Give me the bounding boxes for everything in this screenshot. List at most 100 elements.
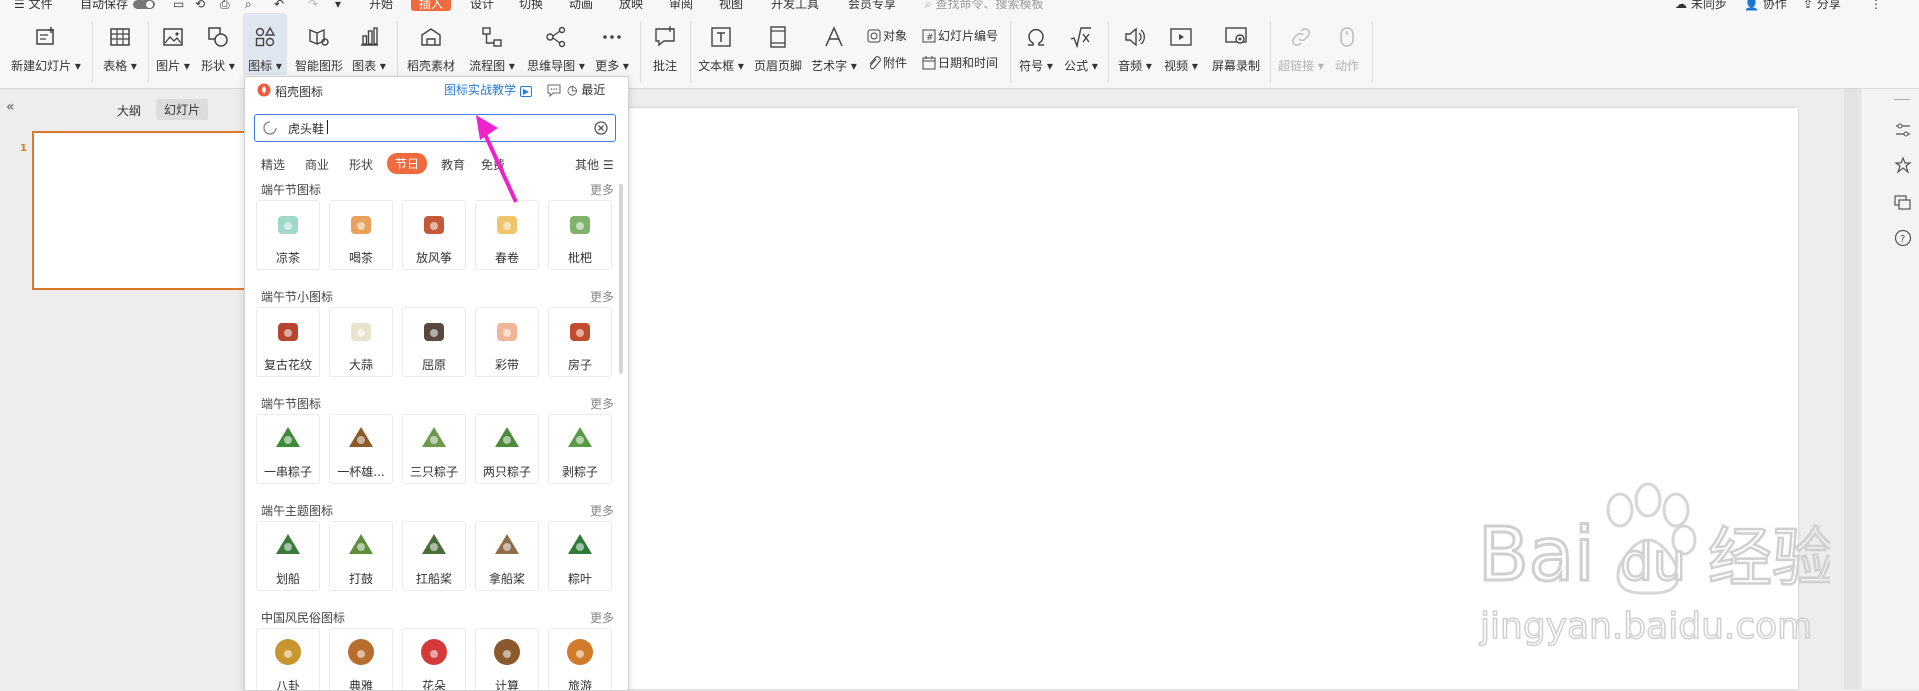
tutorial-link[interactable]: 图标实战教学 ▶ xyxy=(444,81,532,98)
category-shapes[interactable]: 形状 xyxy=(349,156,373,173)
icon-tile-label: 复古花纹 xyxy=(263,358,312,372)
more-menu-icon[interactable]: ⋮ xyxy=(1870,0,1882,11)
icon-tile[interactable]: 典雅 xyxy=(329,628,393,690)
icon-search-box[interactable]: 虎头鞋 xyxy=(254,114,616,142)
icon-tile[interactable]: 一杯雄... xyxy=(329,414,393,484)
section-more-link[interactable]: 更多 xyxy=(590,609,614,626)
tab-view[interactable]: 视图 xyxy=(719,0,743,11)
icon-tile[interactable]: 屈原 xyxy=(402,307,466,377)
feedback-chat-icon[interactable] xyxy=(547,83,561,97)
table-button[interactable]: 表格 ▾ xyxy=(100,13,140,75)
command-search[interactable]: ⌕ 查找命令、搜索模板 xyxy=(925,0,1044,11)
tab-insert[interactable]: 插入 xyxy=(411,0,452,11)
icon-search-input[interactable]: 虎头鞋 xyxy=(288,120,324,137)
icon-tile[interactable]: 花朵 xyxy=(402,628,466,690)
chart-button[interactable]: 图表 ▾ xyxy=(350,13,388,75)
category-business[interactable]: 商业 xyxy=(305,156,329,173)
properties-icon[interactable] xyxy=(1894,121,1912,139)
slide-number-button[interactable]: # 幻灯片编号 xyxy=(922,27,998,44)
icon-tile[interactable]: 划船 xyxy=(256,521,320,591)
icon-tile-label: 一杯雄... xyxy=(337,465,385,479)
preview-icon[interactable]: ⌕ xyxy=(245,0,252,11)
icon-tile[interactable]: 剥粽子 xyxy=(548,414,612,484)
icon-tile[interactable]: 彩带 xyxy=(475,307,539,377)
popup-scrollbar[interactable] xyxy=(619,184,623,374)
category-other[interactable]: 其他 ☰ xyxy=(575,156,614,173)
icon-tile[interactable]: 粽叶 xyxy=(548,521,612,591)
tutorial-link-label: 图标实战教学 xyxy=(444,83,517,97)
icon-tile[interactable]: 扛船桨 xyxy=(402,521,466,591)
header-footer-icon xyxy=(770,26,786,48)
clear-search-icon[interactable] xyxy=(594,121,608,135)
icon-tile[interactable]: 大蒜 xyxy=(329,307,393,377)
autosave-toggle[interactable] xyxy=(133,0,155,9)
attachment-button[interactable]: 附件 xyxy=(867,54,907,71)
category-featured[interactable]: 精选 xyxy=(261,156,285,173)
svg-text:?: ? xyxy=(1900,234,1905,245)
mindmap-icon xyxy=(546,26,566,48)
screen-record-button[interactable]: 屏幕录制 xyxy=(1211,13,1261,75)
sync-status[interactable]: ☁ 未同步 xyxy=(1675,0,1727,11)
icon-tile[interactable]: 春卷 xyxy=(475,200,539,270)
object-button[interactable]: 对象 xyxy=(867,27,907,44)
icon-tile[interactable]: 枇杷 xyxy=(548,200,612,270)
tab-home[interactable]: 开始 xyxy=(369,0,393,11)
slide-thumbnail[interactable] xyxy=(32,131,251,290)
icon-tile-label: 喝茶 xyxy=(348,251,373,265)
icon-tile[interactable]: 喝茶 xyxy=(329,200,393,270)
share-button[interactable]: ⇪ 分享 xyxy=(1803,0,1841,11)
slides-tab[interactable]: 幻灯片 xyxy=(156,99,209,120)
tab-design[interactable]: 设计 xyxy=(470,0,494,11)
icon-tile[interactable]: 放风筝 xyxy=(402,200,466,270)
category-education[interactable]: 教育 xyxy=(441,156,465,173)
section-more-link[interactable]: 更多 xyxy=(590,502,614,519)
undo-icon[interactable]: ↶ xyxy=(274,0,284,11)
save-icon[interactable]: ▭ xyxy=(173,0,184,11)
recent-button[interactable]: ◷ 最近 xyxy=(567,81,605,98)
icon-tile[interactable]: 两只粽子 xyxy=(475,414,539,484)
quick-access-dropdown-icon[interactable]: ▾ xyxy=(335,0,341,11)
icon-tile[interactable]: 拿船桨 xyxy=(475,521,539,591)
section-more-link[interactable]: 更多 xyxy=(590,395,614,412)
redo-icon[interactable]: ↷ xyxy=(308,0,318,11)
icon-thumbnail xyxy=(495,534,519,554)
collapse-panel-icon[interactable]: « xyxy=(6,99,15,115)
tab-slideshow[interactable]: 放映 xyxy=(619,0,643,11)
icon-tile[interactable]: 计算 xyxy=(475,628,539,690)
icon-thumbnail xyxy=(276,534,300,554)
comment-button[interactable]: 批注 xyxy=(648,13,682,75)
tab-developer[interactable]: 开发工具 xyxy=(771,0,819,11)
menu-file[interactable]: ☰ 文件 xyxy=(14,0,53,11)
vertical-scrollbar[interactable] xyxy=(1844,89,1859,689)
section-more-link[interactable]: 更多 xyxy=(590,288,614,305)
category-festival[interactable]: 节日 xyxy=(387,153,428,174)
menu-file-label: 文件 xyxy=(28,0,53,11)
slide-transition-icon[interactable] xyxy=(1894,193,1912,211)
icon-tile[interactable]: 旅游 xyxy=(548,628,612,690)
icon-tile[interactable]: 凉茶 xyxy=(256,200,320,270)
datetime-button[interactable]: 日期和时间 xyxy=(922,54,998,71)
icon-tile[interactable]: 八卦 xyxy=(256,628,320,690)
tab-member[interactable]: 会员专享 xyxy=(848,0,896,11)
animation-star-icon[interactable] xyxy=(1894,157,1912,175)
tab-transition[interactable]: 切换 xyxy=(519,0,543,11)
icon-tile[interactable]: 房子 xyxy=(548,307,612,377)
collab-button[interactable]: 👤 协作 xyxy=(1744,0,1787,11)
undo-cloud-icon[interactable]: ⟲ xyxy=(195,0,205,11)
more-button[interactable]: 更多 ▾ xyxy=(594,13,630,75)
icon-tile[interactable]: 复古花纹 xyxy=(256,307,320,377)
new-slide-button[interactable]: 新建幻灯片 ▾ xyxy=(11,13,81,75)
tab-review[interactable]: 审阅 xyxy=(669,0,693,11)
formula-button[interactable]: 公式 ▾ xyxy=(1063,13,1099,75)
icon-tile[interactable]: 三只粽子 xyxy=(402,414,466,484)
help-icon[interactable]: ? xyxy=(1894,229,1912,247)
section-title: 端午节图标 xyxy=(261,183,322,197)
section-more-link[interactable]: 更多 xyxy=(590,181,614,198)
print-icon[interactable]: ⎙ xyxy=(220,0,230,11)
wordart-button[interactable]: 艺术字 ▾ xyxy=(811,13,857,75)
outline-tab[interactable]: 大纲 xyxy=(117,102,141,119)
tab-animation[interactable]: 动画 xyxy=(569,0,593,11)
action-button[interactable]: 动作 xyxy=(1330,13,1364,75)
icon-tile[interactable]: 一串粽子 xyxy=(256,414,320,484)
icon-tile[interactable]: 打鼓 xyxy=(329,521,393,591)
